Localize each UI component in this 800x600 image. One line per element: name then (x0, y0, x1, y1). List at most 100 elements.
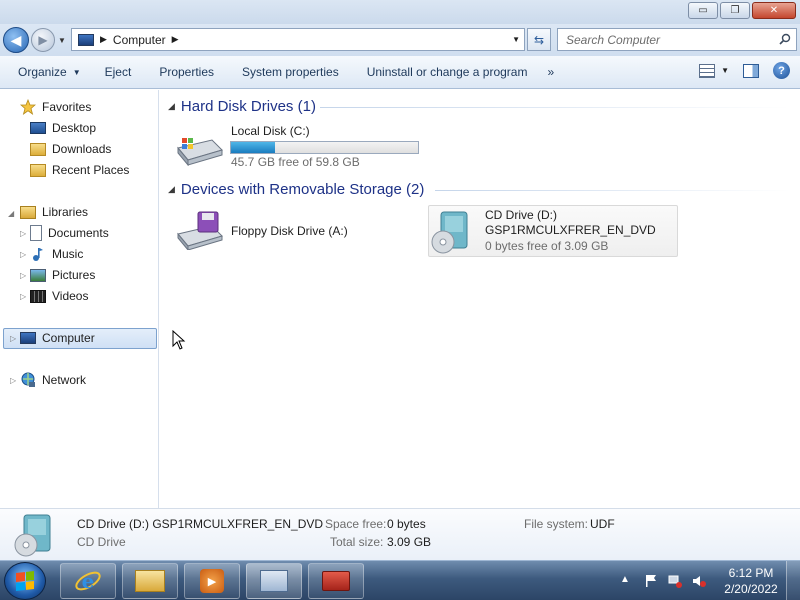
clock-date: 2/20/2022 (724, 582, 778, 596)
details-title: CD Drive (D:) GSP1RMCULXFRER_EN_DVD (77, 517, 324, 531)
group-hard-disk-drives[interactable]: ◢ Hard Disk Drives (1) (168, 96, 316, 116)
windows-logo-icon (16, 571, 34, 591)
start-button[interactable] (4, 562, 46, 600)
details-space-free-label: Space free: (325, 517, 387, 531)
content-pane: ◢ Hard Disk Drives (1) Local Disk (C:) 4… (160, 90, 800, 508)
desktop-icon (30, 122, 46, 134)
forward-arrow-icon: ▶ (38, 33, 48, 47)
properties-button[interactable]: Properties (151, 60, 222, 84)
computer-icon (78, 33, 94, 46)
address-bar[interactable]: ▶ Computer ▶ ▼ (71, 28, 525, 51)
nav-recent-places-label: Recent Places (52, 163, 130, 177)
view-dropdown-icon[interactable]: ▼ (721, 66, 729, 75)
nav-libraries-label: Libraries (42, 205, 89, 219)
search-box[interactable] (557, 28, 797, 51)
hard-disk-icon (177, 138, 223, 166)
group-hard-disk-drives-label: Hard Disk Drives (1) (180, 97, 316, 115)
action-center-flag-icon[interactable] (644, 574, 658, 588)
search-icon[interactable] (779, 33, 791, 45)
details-space-free-value: 0 bytes (387, 517, 426, 531)
folder-icon (135, 570, 165, 592)
nav-pictures[interactable]: Pictures (30, 265, 95, 285)
search-input[interactable] (566, 32, 766, 47)
show-hidden-icons-icon[interactable]: ▲ (620, 574, 634, 588)
nav-desktop-label: Desktop (52, 121, 97, 135)
taskbar: e ▶ ▲ 6:12 PM 2/20/2022 (0, 560, 800, 600)
music-icon (33, 248, 43, 261)
nav-computer-label: Computer (42, 331, 95, 345)
expand-network-icon[interactable]: ▷ (10, 376, 16, 385)
expand-computer-icon[interactable]: ▷ (10, 334, 16, 343)
group-removable-storage[interactable]: ◢ Devices with Removable Storage (2) (168, 179, 424, 199)
mouse-cursor-icon (172, 330, 186, 350)
details-file-system-label: File system: (524, 517, 589, 531)
nav-music-label: Music (52, 247, 84, 261)
downloads-folder-icon (30, 142, 46, 156)
nav-favorites-label: Favorites (42, 100, 92, 114)
maximize-button[interactable]: ❐ (720, 2, 750, 19)
drive-d-volume-label: GSP1RMCULXFRER_EN_DVD (485, 223, 656, 237)
more-commands-button[interactable]: » (539, 60, 562, 84)
nav-computer[interactable]: Computer (20, 328, 95, 348)
nav-downloads[interactable]: Downloads (30, 139, 111, 159)
volume-muted-icon[interactable] (692, 574, 706, 588)
nav-network[interactable]: Network (20, 370, 86, 390)
breadcrumb-computer[interactable]: Computer (113, 33, 166, 47)
forward-button[interactable]: ▶ (31, 28, 55, 52)
change-view-icon[interactable] (699, 63, 716, 78)
drive-d-name: CD Drive (D:) (485, 208, 557, 222)
breadcrumb-separator-icon[interactable]: ▶ (100, 34, 107, 45)
star-icon (20, 99, 36, 115)
cd-drive-icon (431, 211, 468, 254)
taskbar-computer-window[interactable] (246, 563, 302, 599)
expand-pictures-icon[interactable]: ▷ (20, 271, 26, 280)
taskbar-windows-explorer[interactable] (122, 563, 178, 599)
address-row: ◀ ▶ ▼ ▶ Computer ▶ ▼ ⇆ (0, 24, 800, 56)
system-tray: ▲ 6:12 PM 2/20/2022 (620, 561, 800, 600)
system-properties-button[interactable]: System properties (234, 60, 347, 84)
expand-videos-icon[interactable]: ▷ (20, 292, 26, 301)
preview-pane-icon[interactable] (743, 63, 759, 78)
organize-button[interactable]: Organize ▼ (10, 60, 89, 84)
eject-button[interactable]: Eject (97, 60, 140, 84)
network-status-icon[interactable] (668, 574, 682, 588)
libraries-icon (20, 205, 36, 219)
address-dropdown-icon[interactable]: ▼ (512, 35, 520, 44)
nav-recent-places[interactable]: Recent Places (30, 160, 129, 180)
recent-pages-dropdown[interactable]: ▼ (58, 36, 66, 45)
drive-cd-d[interactable]: CD Drive (D:) GSP1RMCULXFRER_EN_DVD 0 by… (428, 205, 678, 257)
close-button[interactable]: ✕ (752, 2, 796, 19)
uninstall-program-button[interactable]: Uninstall or change a program (359, 60, 536, 84)
breadcrumb-separator-icon[interactable]: ▶ (172, 34, 179, 45)
view-controls: ▼ ? (699, 62, 790, 79)
taskbar-media-player[interactable]: ▶ (184, 563, 240, 599)
expand-music-icon[interactable]: ▷ (20, 250, 26, 259)
taskbar-toolbox[interactable] (308, 563, 364, 599)
nav-libraries[interactable]: Libraries (20, 202, 88, 222)
refresh-button[interactable]: ⇆ (527, 28, 551, 51)
collapse-group-icon[interactable]: ◢ (168, 101, 175, 112)
nav-documents-label: Documents (48, 226, 109, 240)
details-type: CD Drive (77, 535, 126, 549)
refresh-icon: ⇆ (533, 32, 545, 47)
nav-music[interactable]: Music (30, 244, 83, 264)
control-panel-icon (260, 570, 288, 592)
nav-favorites[interactable]: Favorites (20, 97, 91, 117)
recent-places-icon (30, 163, 46, 177)
minimize-button[interactable]: ▭ (688, 2, 718, 19)
nav-documents[interactable]: Documents (30, 223, 109, 243)
drive-local-disk-c[interactable]: Local Disk (C:) 45.7 GB free of 59.8 GB (170, 118, 432, 172)
help-icon[interactable]: ? (773, 62, 790, 79)
drive-floppy-a[interactable]: Floppy Disk Drive (A:) (170, 206, 420, 256)
show-desktop-button[interactable] (786, 561, 800, 600)
nav-desktop[interactable]: Desktop (30, 118, 96, 138)
drive-c-usage-bar (230, 141, 419, 154)
taskbar-internet-explorer[interactable]: e (60, 563, 116, 599)
nav-videos[interactable]: Videos (30, 286, 88, 306)
expand-libraries-icon[interactable]: ◢ (8, 209, 14, 218)
expand-documents-icon[interactable]: ▷ (20, 229, 26, 238)
drive-d-free-space: 0 bytes free of 3.09 GB (485, 239, 609, 253)
back-button[interactable]: ◀ (3, 27, 29, 53)
collapse-group-icon[interactable]: ◢ (168, 184, 175, 195)
clock[interactable]: 6:12 PM 2/20/2022 (716, 565, 786, 597)
